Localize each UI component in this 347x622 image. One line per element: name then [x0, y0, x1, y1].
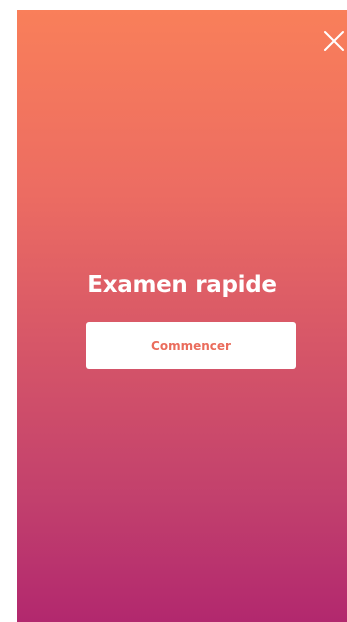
close-button[interactable]	[321, 28, 347, 54]
page-title: Examen rapide	[87, 272, 277, 298]
close-icon	[324, 31, 344, 51]
quiz-intro-screen: Examen rapide Commencer	[17, 10, 347, 622]
start-button[interactable]: Commencer	[86, 322, 296, 369]
